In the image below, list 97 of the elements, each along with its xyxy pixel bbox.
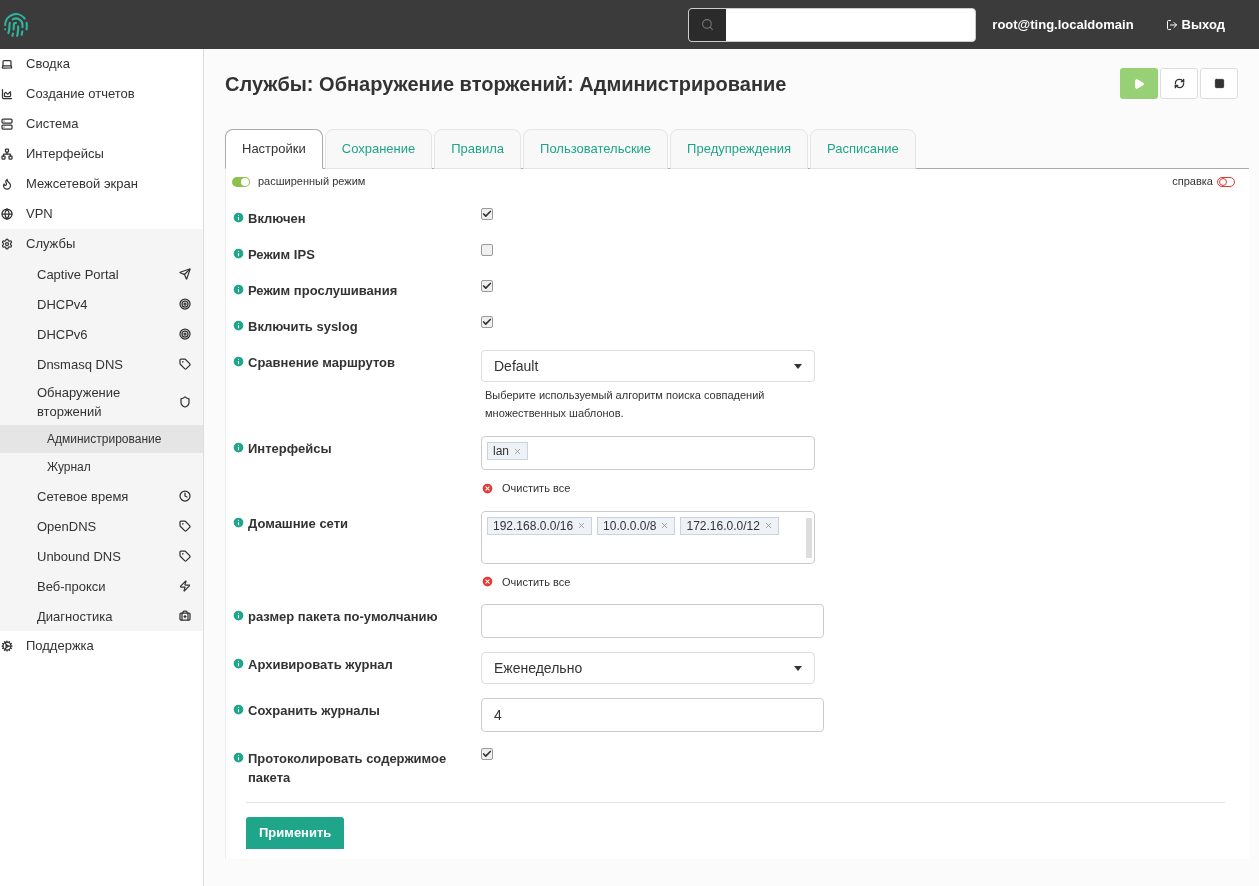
sidebar-subitem[interactable]: Обнаружение вторжений (0, 379, 203, 425)
search-icon (701, 18, 715, 31)
play-icon (1133, 77, 1145, 90)
refresh-icon (1173, 78, 1185, 89)
info-icon[interactable] (232, 657, 245, 670)
start-button[interactable] (1120, 68, 1158, 99)
page-title: Службы: Обнаружение вторжений: Администрирование (225, 71, 787, 97)
toggle-switch[interactable] (1217, 176, 1235, 187)
menu-icon (179, 396, 191, 408)
tag-chip[interactable]: lan (487, 442, 528, 460)
sidebar-subitem[interactable]: DHCPv6 (0, 319, 203, 349)
info-icon[interactable] (232, 319, 245, 332)
info-icon[interactable] (232, 211, 245, 224)
checkbox[interactable] (481, 748, 493, 760)
menu-icon (179, 550, 191, 562)
sidebar-subitem[interactable]: Сетевое время (0, 481, 203, 511)
toggle-switch[interactable] (232, 176, 250, 187)
menu-icon (179, 610, 191, 622)
dropdown-select[interactable]: Еженедельно (481, 652, 815, 684)
toggle-label: расширенный режим (258, 174, 366, 190)
sidebar-subitem[interactable]: Веб-прокси (0, 571, 203, 601)
sidebar-subitem[interactable]: Dnsmasq DNS (0, 349, 203, 379)
sidebar-subitem[interactable]: Captive Portal (0, 259, 203, 289)
info-icon[interactable] (232, 247, 245, 260)
checkbox[interactable] (481, 244, 493, 256)
sidebar-subitem[interactable]: DHCPv4 (0, 289, 203, 319)
info-icon[interactable] (232, 283, 245, 296)
menu-icon (1, 640, 13, 652)
tag-input[interactable]: lan (481, 436, 815, 470)
field-label: размер пакета по-умолчанию (248, 608, 439, 626)
checkbox[interactable] (481, 208, 493, 220)
menu-icon (1, 208, 13, 220)
tab[interactable]: Настройки (225, 129, 323, 169)
menu-icon (1, 88, 13, 100)
toggle-label: справка (1172, 174, 1213, 190)
remove-icon (481, 575, 494, 589)
field-label: Архивировать журнал (248, 656, 394, 674)
stop-icon (1213, 78, 1225, 89)
info-icon[interactable] (232, 441, 245, 454)
stop-button[interactable] (1200, 68, 1238, 99)
menu-icon (1, 148, 13, 160)
field-label: Протоколировать содержимое пакета (248, 750, 448, 787)
field-label: Интерфейсы (248, 440, 333, 458)
menu-icon (179, 298, 191, 310)
remove-icon[interactable] (577, 521, 587, 530)
logo-icon[interactable] (3, 11, 29, 38)
checkbox[interactable] (481, 280, 493, 292)
tag-chip[interactable]: 172.16.0.0/12 (680, 516, 779, 535)
menu-icon (179, 358, 191, 370)
menu-icon (1, 118, 13, 130)
caret-icon (794, 665, 802, 671)
info-icon[interactable] (232, 515, 245, 529)
remove-icon[interactable] (513, 446, 522, 456)
tag-chip[interactable]: 192.168.0.0/16 (487, 516, 593, 535)
field-label: Сохранить журналы (248, 702, 381, 720)
menu-icon (179, 580, 191, 592)
menu-icon (1, 178, 13, 190)
sidebar-subitem[interactable]: OpenDNS (0, 511, 203, 541)
field-label: Сравнение маршрутов (248, 354, 397, 372)
field-label: Режим прослушивания (248, 282, 399, 300)
menu-icon (1, 238, 13, 250)
sidebar-subitem[interactable]: Диагностика (0, 601, 203, 631)
logout-icon (1165, 18, 1178, 31)
text-input[interactable] (481, 604, 824, 638)
dropdown-select[interactable]: Default (481, 350, 815, 382)
field-label: Режим IPS (248, 246, 316, 264)
sidebar-subitem[interactable]: Журнал (0, 453, 203, 481)
field-label: Включить syslog (248, 318, 359, 336)
menu-icon (1, 58, 13, 70)
menu-icon (179, 268, 191, 280)
checkbox[interactable] (481, 316, 493, 328)
text-input[interactable]: 4 (481, 698, 824, 732)
menu-icon (179, 490, 191, 502)
user-name[interactable]: root@ting.localdomain (992, 14, 1134, 35)
field-label: Включен (248, 210, 307, 228)
info-icon[interactable] (232, 751, 245, 764)
search-field[interactable] (688, 7, 977, 42)
logout-link[interactable]: Выход (1165, 14, 1225, 35)
sidebar-subitem[interactable]: Администрирование (0, 425, 203, 453)
remove-icon (481, 481, 494, 495)
remove-icon[interactable] (660, 521, 670, 530)
scrollbar (806, 517, 812, 558)
help-text: Выберите используемый алгоритм поиска совпадений множественных шаблонов. (484, 388, 766, 421)
remove-icon[interactable] (763, 521, 773, 530)
restart-button[interactable] (1160, 68, 1198, 99)
info-icon[interactable] (232, 703, 245, 716)
tag-chip[interactable]: 10.0.0.0/8 (597, 516, 676, 535)
menu-icon (179, 328, 191, 340)
field-label: Домашние сети (248, 514, 350, 533)
caret-icon (794, 363, 802, 369)
clear-all-button[interactable]: Очистить все (481, 573, 815, 590)
clear-all-button[interactable]: Очистить все (481, 480, 815, 497)
menu-icon (179, 520, 191, 532)
info-icon[interactable] (232, 609, 245, 622)
tag-input[interactable]: 192.168.0.0/16 10.0.0.0/8 172.16.0.0/12 (481, 510, 815, 564)
info-icon[interactable] (232, 355, 245, 368)
sidebar-subitem[interactable]: Unbound DNS (0, 541, 203, 571)
